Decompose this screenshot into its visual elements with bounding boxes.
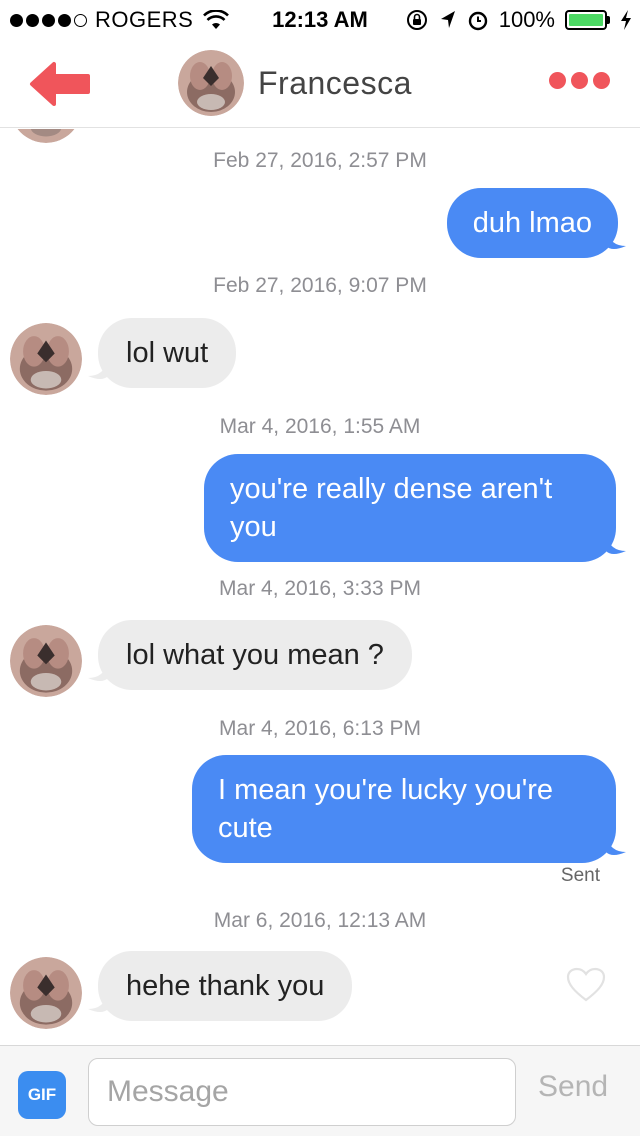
rotation-lock-icon: [406, 10, 427, 30]
bubble-tail: [88, 993, 108, 1012]
incoming-message-bubble[interactable]: lol what you mean ?: [98, 620, 412, 690]
alarm-icon: [468, 11, 487, 31]
battery-icon: [565, 10, 610, 30]
match-name: Francesca: [258, 64, 412, 101]
signal-strength-icon: [10, 13, 87, 27]
wifi-icon: [203, 10, 230, 29]
bubble-tail: [606, 535, 626, 554]
outgoing-message-bubble[interactable]: duh lmao: [446, 188, 618, 258]
message-timestamp: Mar 6, 2016, 12:13 AM: [213, 909, 427, 932]
sent-status-label: Sent: [560, 865, 600, 886]
message-text: you're really dense aren't: [230, 473, 553, 505]
incoming-message-bubble[interactable]: hehe thank you: [98, 951, 353, 1021]
match-avatar[interactable]: [10, 129, 82, 143]
bubble-tail: [88, 360, 108, 379]
message-timestamp: Feb 27, 2016, 2:57 PM: [213, 149, 427, 172]
message-text: you: [230, 511, 277, 543]
charging-bolt-icon: [621, 10, 631, 30]
message-input[interactable]: [88, 1058, 516, 1126]
message-thread[interactable]: Feb 27, 2016, 2:57 PM duh lmao Feb 27, 2…: [0, 129, 640, 1045]
incoming-message-bubble[interactable]: lol wut: [98, 318, 237, 388]
message-timestamp: Mar 4, 2016, 6:13 PM: [219, 717, 421, 740]
bubble-tail: [606, 836, 626, 855]
message-timestamp: Mar 4, 2016, 1:55 AM: [219, 415, 421, 438]
message-composer: GIF Send: [0, 1045, 640, 1136]
gif-button[interactable]: GIF: [18, 1071, 66, 1119]
message-text: hehe thank you: [126, 970, 325, 1002]
location-arrow-icon: [440, 11, 455, 28]
message-timestamp: Feb 27, 2016, 9:07 PM: [213, 274, 427, 297]
send-button[interactable]: Send: [538, 1070, 608, 1104]
match-avatar[interactable]: [10, 625, 82, 697]
bubble-tail: [88, 662, 108, 681]
carrier-name: ROGERS: [95, 7, 194, 32]
bubble-tail: [606, 230, 626, 249]
more-dots-icon[interactable]: [549, 72, 610, 89]
message-text: cute: [218, 812, 273, 844]
chat-header: Francesca: [0, 40, 640, 128]
outgoing-message-bubble[interactable]: you're really dense aren't you: [204, 454, 616, 562]
match-avatar[interactable]: [178, 50, 244, 116]
match-avatar[interactable]: [10, 957, 82, 1029]
battery-percentage: 100%: [498, 7, 555, 32]
message-timestamp: Mar 4, 2016, 3:33 PM: [219, 577, 421, 600]
message-text: lol what you mean ?: [126, 639, 384, 671]
outgoing-message-bubble[interactable]: I mean you're lucky you're cute: [192, 755, 616, 863]
heart-icon[interactable]: [566, 967, 606, 1003]
message-text: I mean you're lucky you're: [218, 774, 554, 806]
status-bar: ROGERS 12:13 AM 100%: [0, 0, 640, 40]
back-arrow-icon[interactable]: [28, 60, 92, 108]
message-text: lol wut: [126, 337, 209, 369]
match-profile-link[interactable]: Francesca: [178, 50, 412, 116]
message-text: duh lmao: [472, 207, 592, 239]
match-avatar[interactable]: [10, 323, 82, 395]
